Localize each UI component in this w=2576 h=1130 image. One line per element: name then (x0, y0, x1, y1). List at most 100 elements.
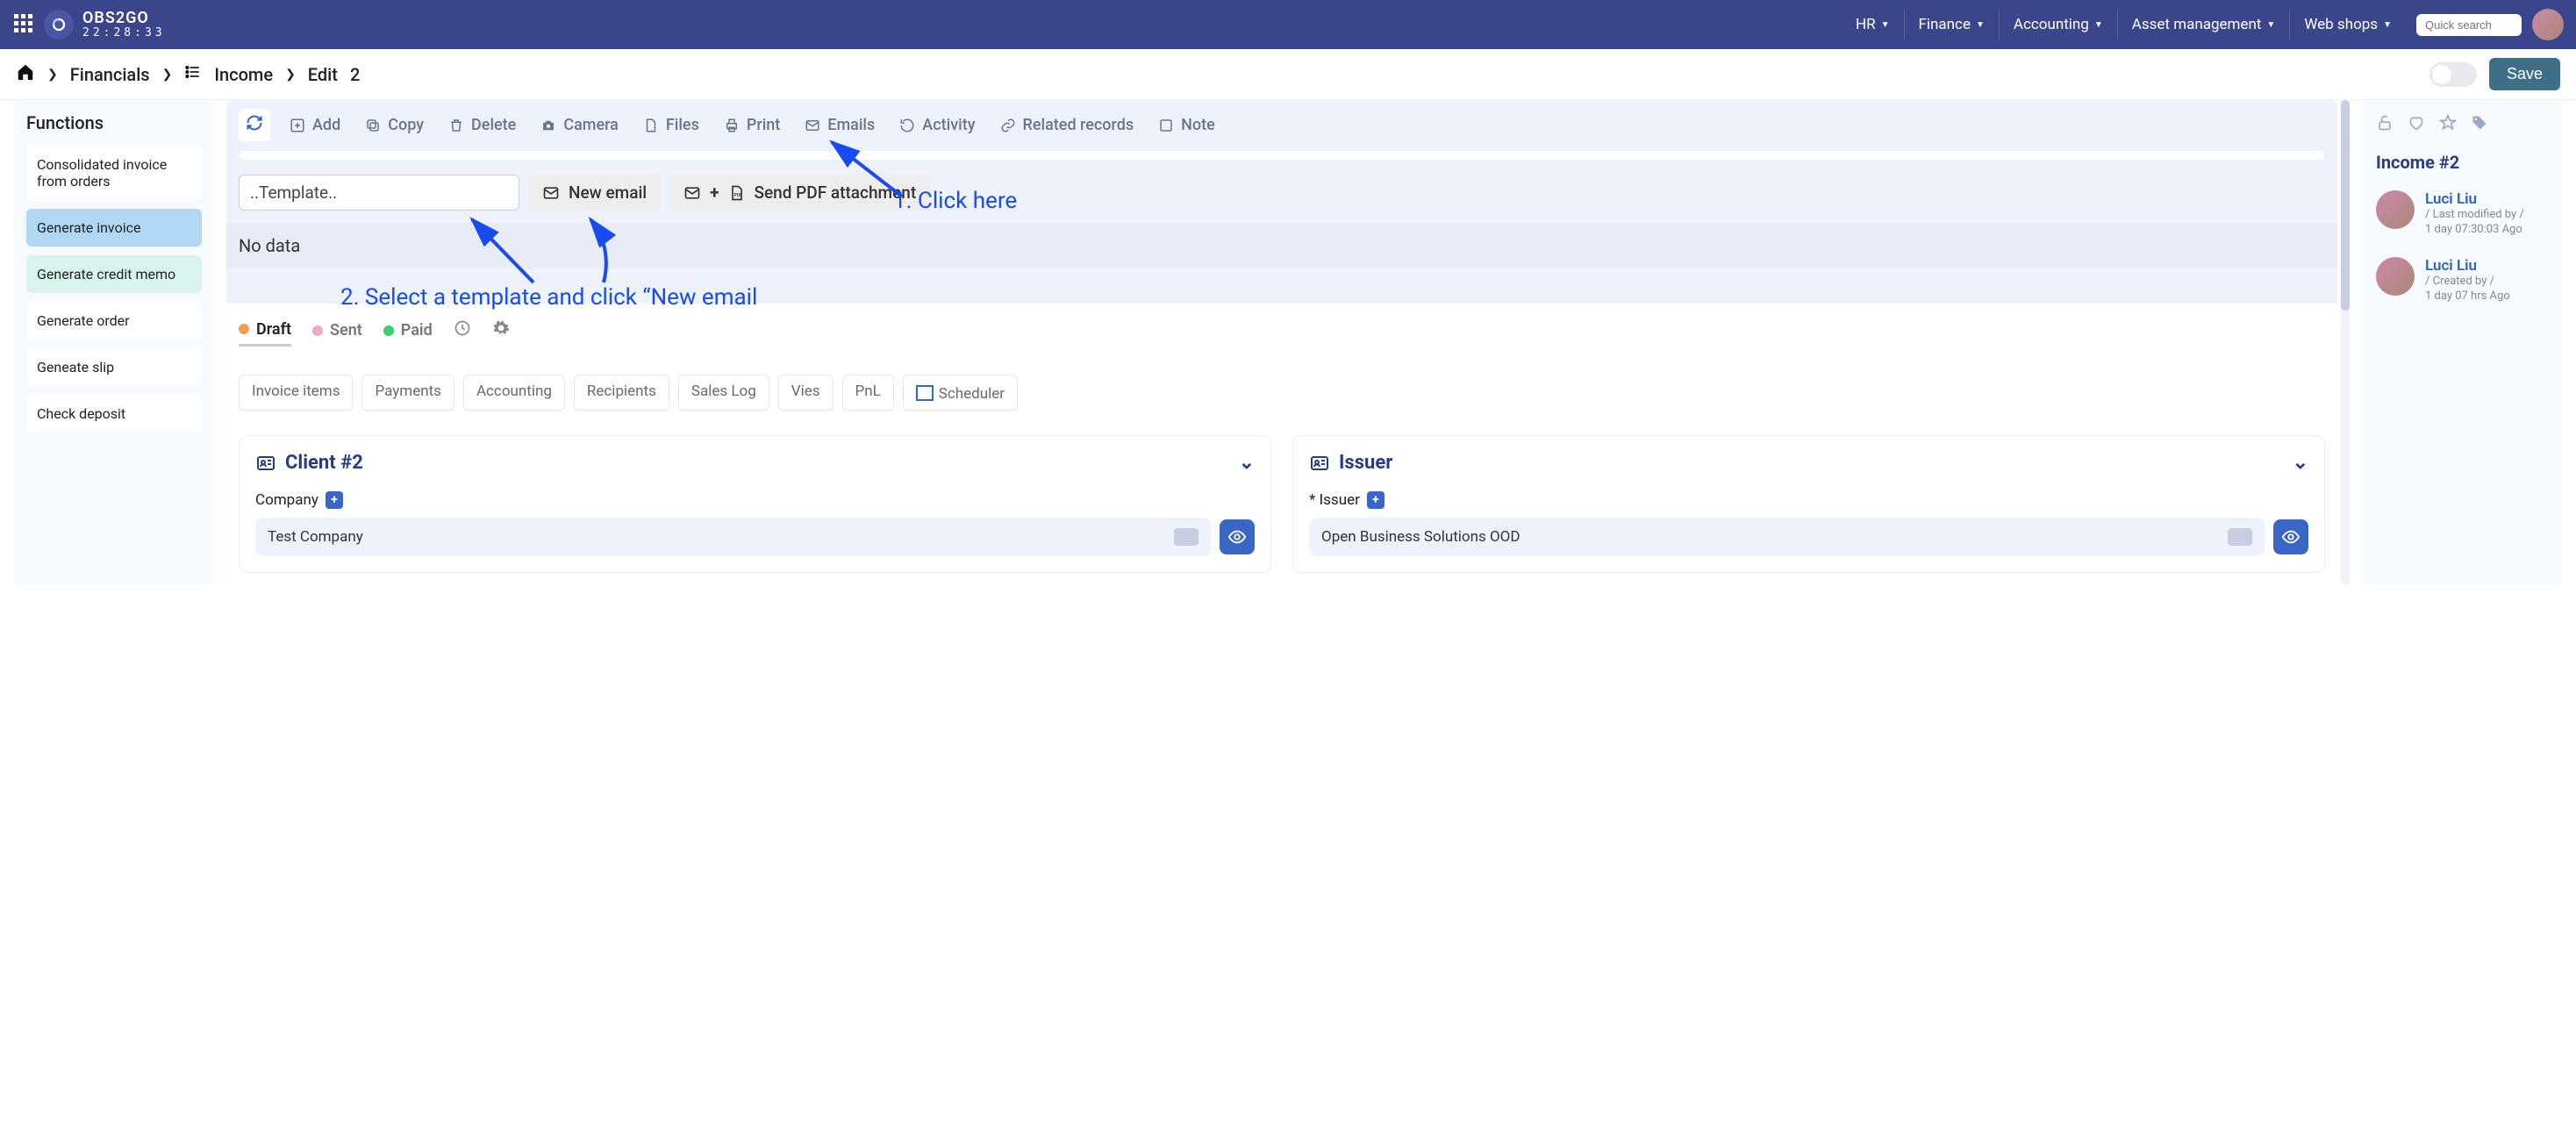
input-value: Open Business Solutions OOD (1321, 528, 1521, 546)
person-name[interactable]: Luci Liu (2425, 190, 2524, 208)
brand-name: OBS2GO (82, 10, 166, 27)
brand-logo[interactable]: OBS2GO 22:28:33 (44, 10, 166, 39)
company-input[interactable]: Test Company (255, 518, 1211, 556)
status-paid[interactable]: Paid (383, 321, 433, 340)
toolbar-label: Print (747, 116, 780, 134)
sidebar-item-generate-invoice[interactable]: Generate invoice (26, 209, 202, 247)
emails-button[interactable]: Emails (792, 111, 887, 139)
toolbar-label: Note (1181, 116, 1215, 134)
client-card: Client #2 ⌄ Company + Test Company (239, 435, 1271, 573)
list-icon (184, 63, 202, 85)
clock-icon[interactable] (454, 319, 471, 341)
nav-web-shops[interactable]: Web shops▼ (2290, 9, 2406, 40)
sidebar-item-consolidated[interactable]: Consolidated invoice from orders (26, 146, 202, 200)
heart-icon[interactable] (2408, 114, 2425, 136)
status-label: Draft (256, 320, 291, 339)
sidebar-item-generate-slip[interactable]: Geneate slip (26, 348, 202, 386)
bc-financials[interactable]: Financials (70, 64, 150, 85)
chevron-down-icon: ▼ (1881, 20, 1890, 30)
created-by: Luci Liu / Created by / 1 day 07 hrs Ago (2376, 257, 2548, 304)
nav-label: Asset management (2132, 16, 2262, 33)
toolbar-label: Camera (563, 116, 619, 134)
detail-tabs: Invoice items Payments Accounting Recipi… (226, 357, 2337, 423)
sidebar-title: Functions (26, 112, 202, 133)
chevron-right-icon: ❯ (285, 68, 296, 82)
add-button[interactable]: Add (277, 111, 353, 139)
toolbar-label: Related records (1023, 116, 1134, 134)
copy-button[interactable]: Copy (353, 111, 436, 139)
record-toolbar-panel: Add Copy Delete Camera Files Print Email… (226, 100, 2337, 357)
user-avatar[interactable] (2532, 9, 2564, 40)
send-pdf-attachment-button[interactable]: + PDF Send PDF attachment (669, 175, 930, 211)
tab-sales-log[interactable]: Sales Log (678, 375, 769, 411)
template-select[interactable]: ..Template.. (239, 175, 519, 211)
keyboard-icon (1174, 528, 1199, 546)
refresh-button[interactable] (239, 109, 270, 141)
related-records-button[interactable]: Related records (988, 111, 1147, 139)
sidebar-item-check-deposit[interactable]: Check deposit (26, 395, 202, 433)
add-company-button[interactable]: + (326, 491, 343, 509)
nav-asset-management[interactable]: Asset management▼ (2118, 9, 2291, 40)
home-icon[interactable] (16, 62, 35, 86)
tag-icon[interactable] (2471, 114, 2488, 136)
print-button[interactable]: Print (712, 111, 792, 139)
tab-recipients[interactable]: Recipients (574, 375, 669, 411)
status-row: Draft Sent Paid (226, 304, 2337, 357)
breadcrumb: ❯ Financials ❯ Income ❯ Edit 2 (16, 62, 2417, 86)
notes-button[interactable]: Note (1146, 111, 1227, 139)
save-button[interactable]: Save (2489, 58, 2560, 90)
person-meta-time: 1 day 07:30:03 Ago (2425, 223, 2524, 238)
tab-pnl[interactable]: PnL (842, 375, 894, 411)
email-list-empty: No data (226, 223, 2337, 268)
apps-grid-icon[interactable] (12, 12, 33, 38)
activity-button[interactable]: Activity (887, 111, 987, 139)
view-company-button[interactable] (1220, 519, 1255, 554)
files-button[interactable]: Files (631, 111, 712, 139)
status-sent[interactable]: Sent (312, 321, 362, 340)
logo-icon (44, 10, 74, 39)
issuer-input[interactable]: Open Business Solutions OOD (1309, 518, 2265, 556)
vscroll-thumb[interactable] (2341, 100, 2350, 311)
view-issuer-button[interactable] (2273, 519, 2308, 554)
delete-button[interactable]: Delete (436, 111, 528, 139)
sub-bar: ❯ Financials ❯ Income ❯ Edit 2 Save (0, 49, 2576, 100)
nav-accounting[interactable]: Accounting ▼ (2000, 9, 2118, 40)
camera-button[interactable]: Camera (528, 111, 631, 139)
bc-edit[interactable]: Edit (308, 64, 338, 85)
vscroll-track[interactable] (2341, 100, 2350, 585)
person-name[interactable]: Luci Liu (2425, 257, 2510, 275)
issuer-card: Issuer ⌄ * Issuer + Open Business Soluti… (1292, 435, 2325, 573)
chevron-down-icon[interactable]: ⌄ (1239, 452, 1255, 474)
hscroll-track[interactable] (239, 150, 2325, 161)
sidebar-item-generate-order[interactable]: Generate order (26, 302, 202, 340)
sidebar-item-generate-credit-memo[interactable]: Generate credit memo (26, 255, 202, 293)
status-draft[interactable]: Draft (239, 320, 291, 347)
nav-hr[interactable]: HR▼ (1842, 9, 1905, 40)
gear-icon[interactable] (492, 319, 510, 341)
tab-vies[interactable]: Vies (778, 375, 834, 411)
add-issuer-button[interactable]: + (1367, 491, 1385, 509)
nav-label: Accounting (2014, 16, 2089, 33)
tab-invoice-items[interactable]: Invoice items (239, 375, 353, 411)
top-nav: HR▼ Finance▼ Accounting ▼ Asset managemen… (1842, 9, 2564, 40)
toolbar-label: Copy (388, 116, 424, 134)
new-email-button[interactable]: New email (528, 175, 661, 211)
toggle-switch[interactable] (2429, 62, 2477, 87)
chevron-down-icon[interactable]: ⌄ (2293, 452, 2308, 474)
company-field-label: Company + (255, 491, 1255, 509)
search-input[interactable] (2416, 14, 2522, 36)
nav-finance[interactable]: Finance▼ (1905, 9, 2000, 40)
tab-accounting[interactable]: Accounting (463, 375, 565, 411)
bc-income[interactable]: Income (214, 64, 273, 85)
star-icon[interactable] (2439, 114, 2457, 136)
pdf-icon: PDF (728, 184, 746, 202)
status-label: Paid (401, 321, 433, 340)
id-card-icon (1309, 453, 1330, 474)
toolbar-label: Activity (922, 116, 975, 134)
tab-payments[interactable]: Payments (361, 375, 454, 411)
chevron-down-icon: ▼ (2094, 20, 2103, 30)
tab-scheduler[interactable]: Scheduler (903, 375, 1018, 411)
person-meta: / Created by / (2425, 275, 2510, 290)
unlock-icon[interactable] (2376, 114, 2394, 136)
chevron-right-icon: ❯ (47, 68, 58, 82)
